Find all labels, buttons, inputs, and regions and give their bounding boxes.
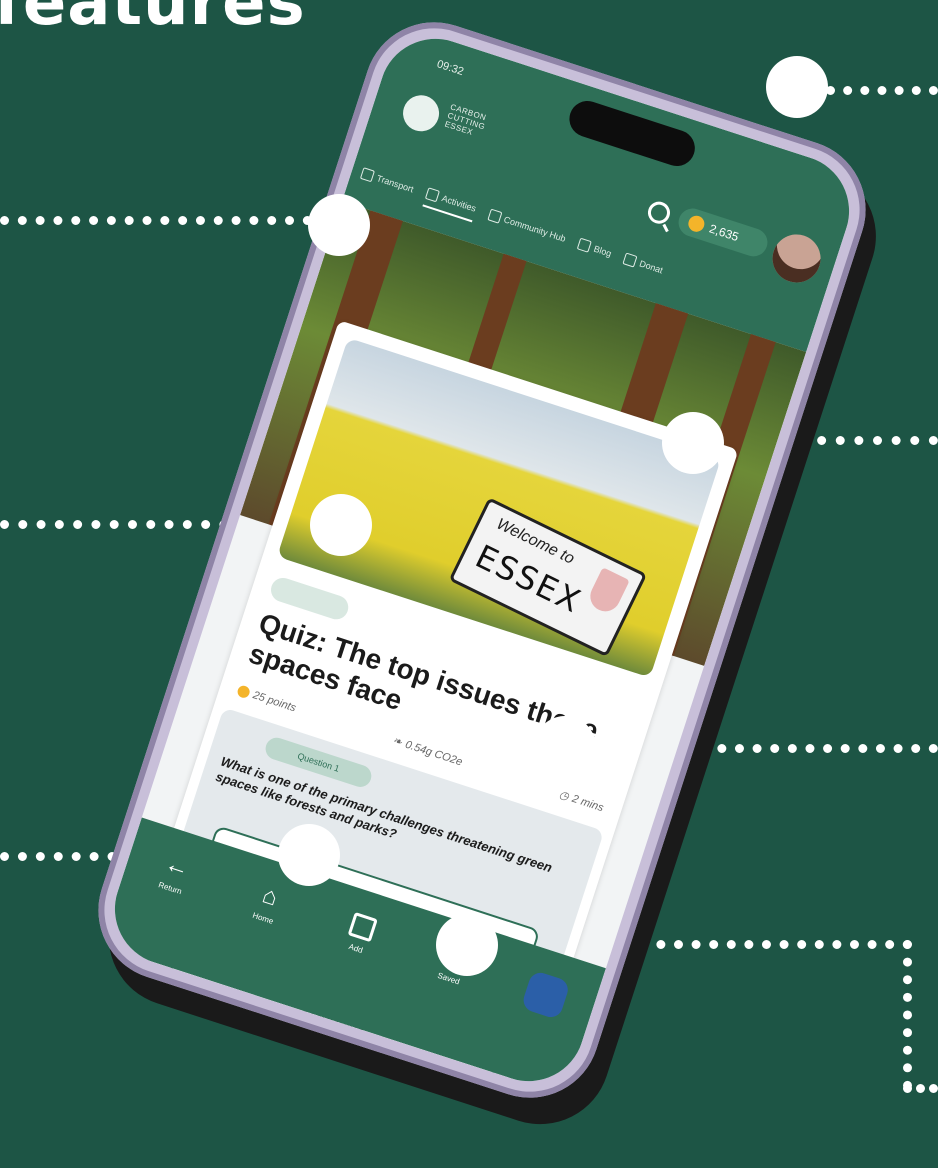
nav-blog[interactable]: Blog: [575, 231, 615, 266]
callout-line-bottom-right-end: [903, 1084, 938, 1093]
logo-text: CARBON CUTTING ESSEX: [443, 102, 488, 138]
footprint-tab-icon: [520, 969, 572, 1021]
meta-duration: ◷ 2 mins: [557, 788, 605, 815]
tab-home-label: Home: [251, 910, 275, 926]
callout-circle-question: [278, 824, 340, 886]
meta-duration-text: 2 mins: [570, 792, 606, 814]
status-time: 09:32: [435, 58, 466, 79]
callout-circle-meta: [534, 716, 596, 778]
blog-icon: [576, 237, 593, 253]
callout-line-top-right: [826, 86, 938, 95]
meta-points: 25 points: [236, 683, 298, 714]
back-arrow-icon: ←: [161, 849, 193, 883]
nav-transport[interactable]: Transport: [358, 161, 418, 202]
coin-icon: [686, 213, 707, 234]
leaf-icon: [425, 187, 441, 203]
nav-activities[interactable]: Activities: [422, 181, 480, 223]
community-icon: [487, 208, 503, 224]
callout-line-bottom-right-vertical: [903, 940, 912, 1090]
app-logo[interactable]: CARBON CUTTING ESSEX: [396, 85, 526, 170]
points-balance[interactable]: 2,635: [674, 204, 772, 260]
callout-circle-answers: [436, 914, 498, 976]
home-icon: ⌂: [258, 881, 282, 912]
tab-home[interactable]: ⌂ Home: [233, 876, 302, 932]
clock-icon: ◷: [557, 788, 571, 804]
essex-crest-icon: [585, 567, 630, 617]
tab-return-label: Return: [157, 880, 183, 897]
callout-circle-hero: [662, 412, 724, 474]
callout-line-upper-left: [0, 216, 312, 225]
callout-circle-nav: [308, 194, 370, 256]
meta-co2: ❧ 0.54g CO2e: [391, 734, 464, 769]
nav-donate-label: Donat: [638, 258, 665, 276]
tab-profile[interactable]: [509, 967, 580, 1029]
footprint-icon: ❧: [391, 734, 404, 749]
transport-icon: [359, 167, 376, 183]
page-heading: features: [0, 0, 306, 40]
tab-return[interactable]: ← Return: [140, 846, 209, 902]
callout-circle-category: [310, 494, 372, 556]
points-value: 2,635: [707, 221, 741, 245]
add-icon: [347, 911, 378, 943]
coin-icon: [236, 683, 252, 699]
nav-activities-label: Activities: [440, 193, 478, 214]
footprint-logo-icon: [398, 90, 444, 136]
nav-blog-label: Blog: [592, 243, 613, 259]
callout-circle-profile: [766, 56, 828, 118]
nav-transport-label: Transport: [375, 173, 415, 195]
search-icon[interactable]: [645, 198, 673, 227]
nav-community-hub[interactable]: Community Hub: [485, 202, 570, 252]
nav-community-label: Community Hub: [502, 214, 568, 244]
tab-add[interactable]: Add: [326, 906, 395, 962]
meta-co2-text: 0.54g CO2e: [403, 738, 464, 768]
welcome-sign: Welcome to ESSEX: [448, 497, 648, 658]
avatar[interactable]: [766, 228, 827, 289]
nav-donate[interactable]: Donat: [620, 246, 666, 283]
meta-points-text: 25 points: [251, 688, 298, 714]
tab-add-label: Add: [347, 942, 364, 955]
donate-icon: [622, 252, 638, 268]
